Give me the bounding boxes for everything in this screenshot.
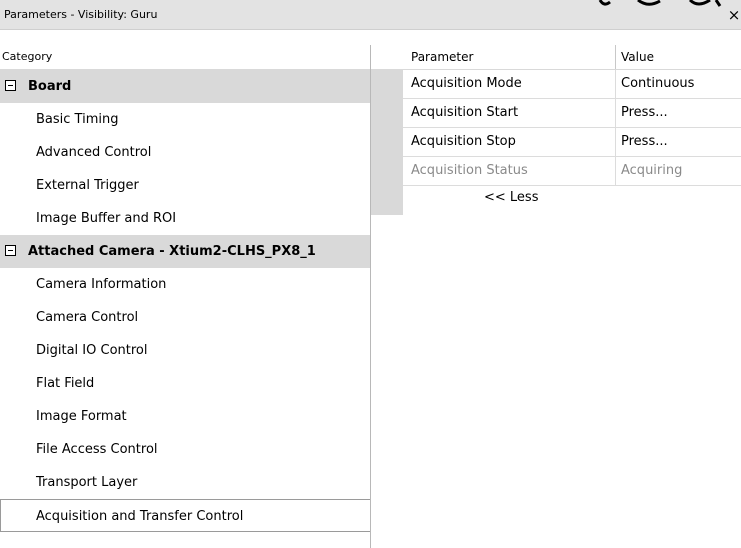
window-title: Parameters - Visibility: Guru xyxy=(4,8,158,21)
category-item-label: Image Buffer and ROI xyxy=(36,211,177,226)
category-item-label: Acquisition and Transfer Control xyxy=(36,509,244,524)
cell-divider xyxy=(615,70,616,98)
category-item-transport-layer[interactable]: Transport Layer xyxy=(0,466,370,499)
category-item-external-trigger[interactable]: External Trigger xyxy=(0,169,370,202)
category-item-label: Basic Timing xyxy=(36,112,119,127)
close-icon[interactable]: × xyxy=(727,4,741,26)
parameter-value[interactable]: Continuous xyxy=(621,70,694,98)
category-item-flat-field[interactable]: Flat Field xyxy=(0,367,370,400)
less-toggle-link[interactable]: << Less xyxy=(484,190,538,205)
cell-divider xyxy=(615,128,616,156)
category-tree: Board Basic Timing Advanced Control Exte… xyxy=(0,70,370,532)
column-header-divider[interactable] xyxy=(615,45,616,69)
category-item-label: Image Format xyxy=(36,409,127,424)
parameter-name: Acquisition Mode xyxy=(411,76,522,91)
category-item-label: File Access Control xyxy=(36,442,158,457)
category-item-camera-information[interactable]: Camera Information xyxy=(0,268,370,301)
category-item-digital-io-control[interactable]: Digital IO Control xyxy=(0,334,370,367)
category-item-file-access-control[interactable]: File Access Control xyxy=(0,433,370,466)
category-column-header: Category xyxy=(0,45,372,69)
category-group-label: Attached Camera - Xtium2-CLHS_PX8_1 xyxy=(28,244,316,259)
category-item-label: Digital IO Control xyxy=(36,343,148,358)
parameter-name: Acquisition Start xyxy=(411,105,519,120)
grid-row-header-gutter xyxy=(371,70,403,215)
parameter-name: Acquisition Stop xyxy=(411,134,516,149)
category-group-board[interactable]: Board xyxy=(0,70,370,103)
category-item-label: Camera Control xyxy=(36,310,139,325)
parameter-grid: Acquisition Mode Continuous Acquisition … xyxy=(403,70,741,186)
category-item-label: Camera Information xyxy=(36,277,167,292)
category-item-acquisition-transfer-control[interactable]: Acquisition and Transfer Control xyxy=(0,499,370,532)
cell-divider xyxy=(615,157,616,185)
category-group-attached-camera[interactable]: Attached Camera - Xtium2-CLHS_PX8_1 xyxy=(0,235,370,268)
category-item-camera-control[interactable]: Camera Control xyxy=(0,301,370,334)
collapse-icon[interactable] xyxy=(5,245,16,256)
cell-divider xyxy=(615,99,616,127)
category-item-advanced-control[interactable]: Advanced Control xyxy=(0,136,370,169)
category-item-label: Advanced Control xyxy=(36,145,152,160)
category-group-label: Board xyxy=(28,79,72,94)
grid-row-acquisition-stop[interactable]: Acquisition Stop Press... xyxy=(403,128,741,157)
parameter-value[interactable]: Press... xyxy=(621,128,668,156)
category-item-label: Flat Field xyxy=(36,376,95,391)
category-item-basic-timing[interactable]: Basic Timing xyxy=(0,103,370,136)
parameters-window: Parameters - Visibility: Guru × Category… xyxy=(0,0,741,548)
category-item-image-format[interactable]: Image Format xyxy=(0,400,370,433)
category-item-image-buffer-roi[interactable]: Image Buffer and ROI xyxy=(0,202,370,235)
title-bar[interactable]: Parameters - Visibility: Guru × xyxy=(0,0,741,30)
parameter-name: Acquisition Status xyxy=(411,163,528,178)
parameter-value: Acquiring xyxy=(621,163,683,178)
parameter-value[interactable]: Press... xyxy=(621,99,668,127)
value-column-header[interactable]: Value xyxy=(621,45,654,69)
grid-row-acquisition-status: Acquisition Status Acquiring xyxy=(403,157,741,186)
grid-row-acquisition-mode[interactable]: Acquisition Mode Continuous xyxy=(403,70,741,99)
category-item-label: External Trigger xyxy=(36,178,139,193)
grid-row-acquisition-start[interactable]: Acquisition Start Press... xyxy=(403,99,741,128)
category-item-label: Transport Layer xyxy=(36,475,138,490)
parameter-column-header[interactable]: Parameter xyxy=(411,45,473,69)
partial-text-fragment xyxy=(598,0,722,7)
collapse-icon[interactable] xyxy=(5,80,16,91)
